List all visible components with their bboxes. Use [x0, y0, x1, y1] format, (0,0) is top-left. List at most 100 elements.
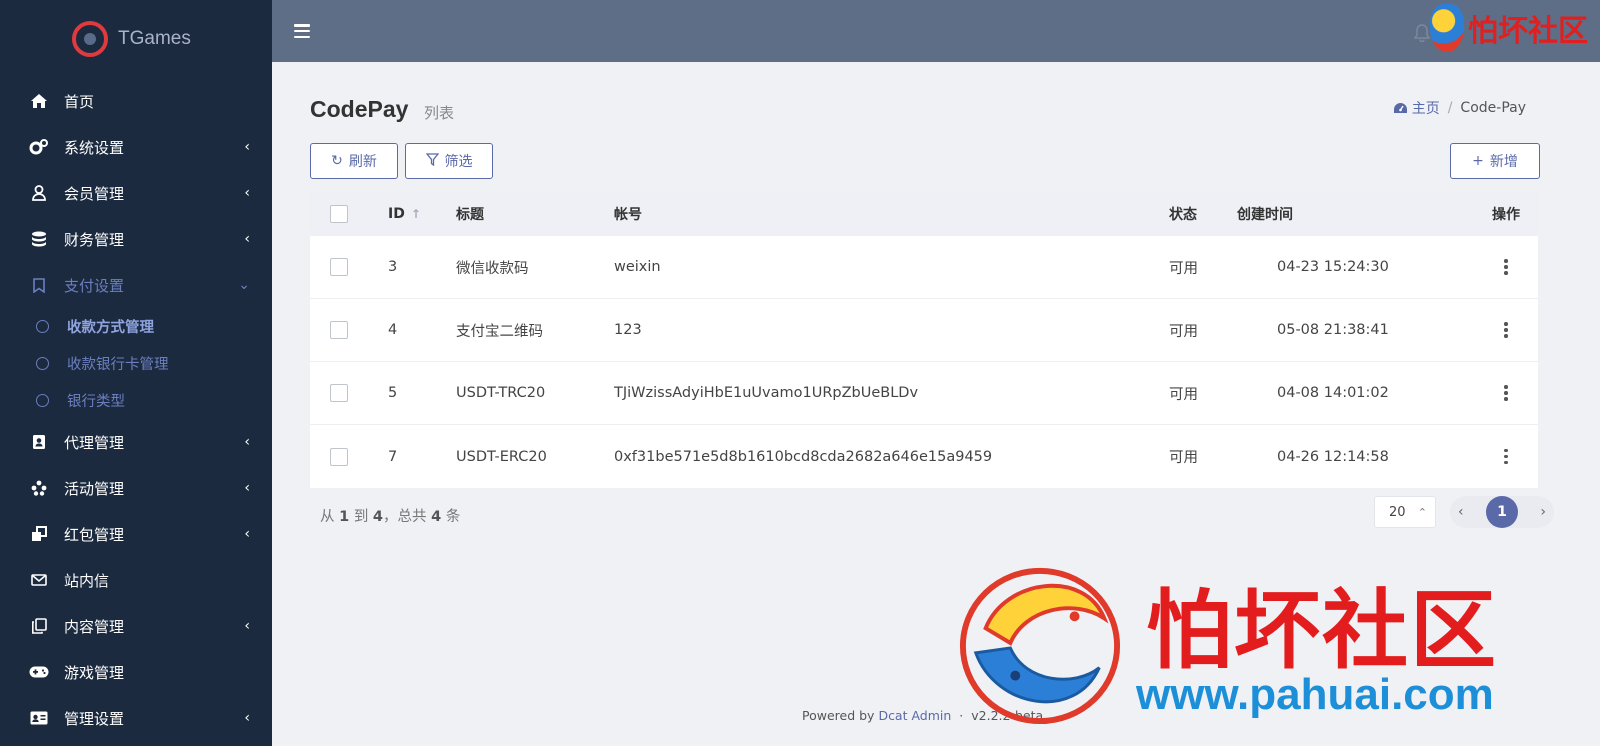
row-checkbox[interactable] — [330, 258, 348, 276]
bell-icon[interactable] — [1413, 24, 1431, 43]
pagination: ‹ 1 › — [1450, 496, 1554, 528]
sidebar-item-label: 首页 — [64, 92, 95, 111]
sidebar-item-label: 代理管理 — [64, 433, 125, 452]
fish-logo-icon — [959, 567, 1121, 725]
sidebar-nav: 首页 系统设置 ‹ 会员管理 ‹ 财务管理 ‹ 支付设置 ⌄ 收款方式管理 收款… — [0, 78, 272, 741]
column-header-id[interactable]: ID ↑ — [388, 206, 456, 222]
sidebar-subitem-payment-methods[interactable]: 收款方式管理 — [0, 308, 272, 345]
row-checkbox[interactable] — [330, 384, 348, 402]
column-header-status: 状态 — [1169, 207, 1197, 223]
footer-product-link[interactable]: Dcat Admin — [878, 708, 951, 723]
per-page-select[interactable]: 20 ⌃ — [1374, 496, 1436, 528]
pagination-summary: 从 1 到 4，总共 4 条 — [320, 505, 460, 526]
cell-id: 7 — [388, 448, 398, 465]
header-watermark: 怕坏社区 — [1430, 4, 1588, 52]
next-page-icon[interactable]: › — [1540, 504, 1546, 520]
create-button[interactable]: + 新增 — [1450, 143, 1540, 179]
chevron-left-icon: ‹ — [244, 526, 250, 542]
circle-icon — [36, 394, 49, 407]
sidebar-item-label: 财务管理 — [64, 230, 125, 249]
sidebar-subitem-bank-cards[interactable]: 收款银行卡管理 — [0, 345, 272, 382]
breadcrumb-separator: / — [1447, 100, 1453, 116]
sidebar-item-admin-settings[interactable]: 管理设置 ‹ — [0, 695, 272, 741]
cell-status: 可用 — [1169, 323, 1198, 340]
sidebar-item-content[interactable]: 内容管理 ‹ — [0, 603, 272, 649]
chevron-left-icon: ‹ — [244, 185, 250, 201]
select-all-checkbox[interactable] — [330, 205, 348, 223]
refresh-button-label: 刷新 — [348, 154, 377, 170]
table-row: 7 USDT-ERC20 0xf31be571e5d8b1610bcd8cda2… — [310, 425, 1538, 488]
sidebar-item-label: 会员管理 — [64, 184, 125, 203]
database-icon — [28, 228, 50, 250]
column-header-ops: 操作 — [1492, 207, 1520, 223]
chevron-left-icon: ‹ — [244, 710, 250, 726]
brand[interactable]: TGames — [0, 0, 272, 78]
row-actions-icon[interactable] — [1504, 259, 1508, 275]
column-header-created: 创建时间 — [1237, 207, 1293, 223]
row-actions-icon[interactable] — [1504, 322, 1508, 338]
fish-logo-icon — [1430, 4, 1464, 52]
sidebar-item-messages[interactable]: 站内信 — [0, 557, 272, 603]
contact-card-icon — [28, 431, 50, 453]
sidebar: TGames 首页 系统设置 ‹ 会员管理 ‹ 财务管理 ‹ 支付设置 ⌄ 收款… — [0, 0, 272, 746]
chevron-left-icon: ‹ — [244, 480, 250, 496]
prev-page-icon[interactable]: ‹ — [1458, 504, 1464, 520]
cell-status: 可用 — [1169, 260, 1198, 277]
row-checkbox[interactable] — [330, 447, 348, 466]
sidebar-item-activities[interactable]: 活动管理 ‹ — [0, 465, 272, 511]
chevron-left-icon: ‹ — [244, 139, 250, 155]
cell-title: 支付宝二维码 — [456, 323, 543, 340]
clone-icon — [28, 523, 50, 545]
watermark: 怕坏社区 www.pahuai.com — [956, 558, 1596, 746]
sidebar-item-label: 活动管理 — [64, 479, 125, 498]
filter-button[interactable]: 筛选 — [405, 143, 493, 179]
sidebar-subitem-label: 收款银行卡管理 — [67, 357, 169, 373]
sidebar-item-red-packets[interactable]: 红包管理 ‹ — [0, 511, 272, 557]
watermark-url: www.pahuai.com — [1136, 670, 1494, 719]
sidebar-item-finance[interactable]: 财务管理 ‹ — [0, 216, 272, 262]
summary-text: 到 — [353, 509, 369, 525]
table-row: 5 USDT-TRC20 TJiWzissAdyiHbE1uUvamo1URpZ… — [310, 362, 1538, 425]
circle-icon — [36, 357, 49, 370]
table-body: 3 微信收款码 weixin 可用 04-23 15:24:30 4 支付宝二维… — [310, 236, 1538, 488]
sidebar-item-members[interactable]: 会员管理 ‹ — [0, 170, 272, 216]
chevron-down-icon: ⌄ — [238, 277, 250, 293]
chevron-left-icon: ‹ — [244, 618, 250, 634]
watermark-text: 怕坏社区 — [1146, 580, 1498, 681]
cell-account: 0xf31be571e5d8b1610bcd8cda2682a646e15a94… — [614, 448, 993, 465]
page-button-current[interactable]: 1 — [1486, 496, 1518, 528]
sidebar-subitem-bank-types[interactable]: 银行类型 — [0, 382, 272, 419]
circle-icon — [36, 320, 49, 333]
summary-to: 4 — [372, 509, 384, 525]
row-checkbox[interactable] — [330, 321, 348, 339]
sidebar-item-label: 游戏管理 — [64, 663, 125, 682]
cell-title: USDT-TRC20 — [456, 385, 546, 401]
cell-account: weixin — [614, 259, 661, 275]
footer-text: Powered by — [802, 708, 875, 723]
row-actions-icon[interactable] — [1504, 448, 1508, 465]
cell-account: TJiWzissAdyiHbE1uUvamo1URpZbUeBLDv — [614, 385, 919, 401]
envelope-icon — [28, 569, 50, 591]
sidebar-item-home[interactable]: 首页 — [0, 78, 272, 124]
menu-toggle-icon[interactable] — [294, 24, 310, 38]
cell-created: 04-26 12:14:58 — [1277, 448, 1389, 465]
gears-icon — [28, 136, 50, 158]
sidebar-item-games[interactable]: 游戏管理 — [0, 649, 272, 695]
sidebar-item-payment-settings[interactable]: 支付设置 ⌄ — [0, 262, 272, 308]
filter-icon — [425, 152, 439, 170]
sidebar-item-label: 红包管理 — [64, 525, 125, 544]
breadcrumb-home[interactable]: 主页 — [1393, 98, 1440, 118]
summary-total: 4 — [431, 509, 442, 525]
sidebar-item-system-settings[interactable]: 系统设置 ‹ — [0, 124, 272, 170]
column-header-label: ID — [388, 206, 405, 222]
filter-button-label: 筛选 — [444, 154, 473, 170]
refresh-button[interactable]: ↻ 刷新 — [310, 143, 398, 179]
row-actions-icon[interactable] — [1504, 385, 1508, 401]
user-icon — [28, 182, 50, 204]
dashboard-icon — [1393, 103, 1407, 113]
sort-arrow-icon[interactable]: ↑ — [411, 207, 421, 221]
sidebar-item-label: 站内信 — [64, 571, 110, 590]
sidebar-item-agents[interactable]: 代理管理 ‹ — [0, 419, 272, 465]
summary-text: 条 — [445, 509, 461, 525]
chevron-left-icon: ‹ — [244, 231, 250, 247]
